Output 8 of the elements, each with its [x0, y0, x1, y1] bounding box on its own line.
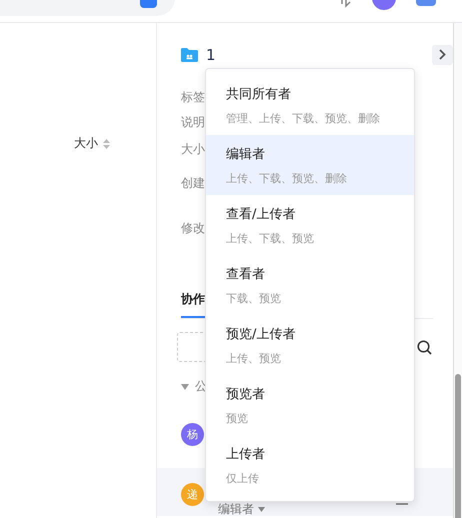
user-avatar: 递	[181, 483, 204, 506]
field-label: 创建	[181, 176, 205, 190]
folder-name: 1	[206, 46, 216, 64]
field-label: 大小	[181, 142, 205, 156]
user-avatar: 杨	[181, 422, 204, 446]
field-label: 标签	[181, 90, 205, 104]
field-label: 说明	[181, 115, 205, 129]
field-label: 修改	[181, 221, 205, 235]
